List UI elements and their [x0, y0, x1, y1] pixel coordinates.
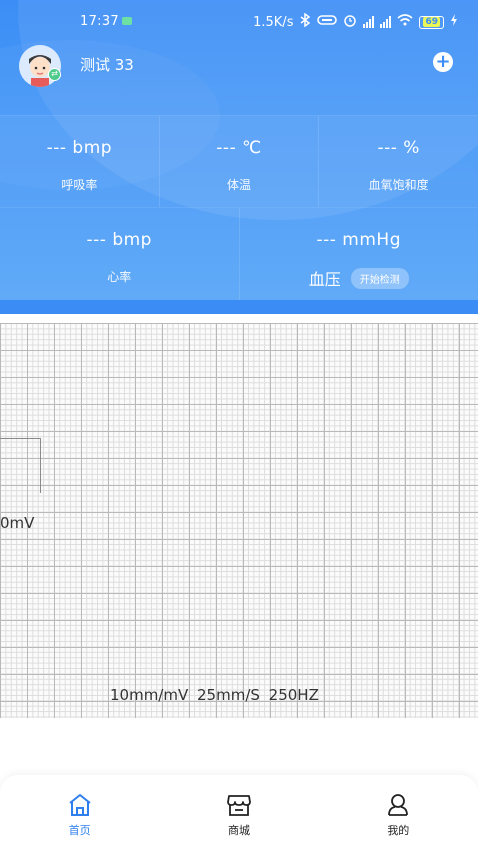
blood-pressure-value: --- mmHg	[316, 230, 401, 250]
start-measure-button[interactable]: 开始检测	[350, 267, 409, 289]
ecg-params: 10mm/mV 25mm/S 250HZ	[110, 686, 319, 704]
charging-icon	[450, 14, 458, 30]
respiration-value: --- bmp	[46, 138, 113, 158]
wifi-icon	[397, 14, 413, 30]
nav-store[interactable]: 商城	[159, 775, 318, 850]
switch-user-icon[interactable]: ⇄	[48, 68, 61, 81]
vital-spo2: --- % 血氧饱和度	[318, 116, 478, 207]
heart-rate-value: --- bmp	[86, 230, 152, 250]
vital-heart-rate: --- bmp 心率	[0, 208, 239, 300]
vital-blood-pressure: --- mmHg 血压 开始检测	[238, 208, 478, 300]
battery-icon: 69	[419, 15, 444, 29]
battery-level: 69	[423, 16, 440, 27]
notification-icon	[122, 17, 132, 25]
ecg-grid	[0, 323, 478, 718]
vital-temperature: --- ℃ 体温	[158, 116, 319, 207]
nav-mine[interactable]: 我的	[319, 775, 478, 850]
nav-mine-label: 我的	[387, 824, 410, 837]
spo2-label: 血氧饱和度	[368, 178, 429, 192]
nav-store-label: 商城	[227, 824, 250, 837]
add-button[interactable]: +	[433, 52, 453, 72]
status-time: 17:37	[80, 14, 119, 29]
bottom-nav: 首页 商城 我的	[0, 775, 478, 850]
signal-icon	[363, 16, 375, 28]
temperature-value: --- ℃	[216, 138, 262, 158]
network-speed: 1.5K/s	[253, 14, 294, 30]
calibration-pulse	[0, 438, 41, 493]
calibration-label: 0mV	[0, 514, 35, 532]
home-icon	[67, 793, 93, 817]
nav-home-label: 首页	[68, 824, 91, 837]
link-icon	[317, 14, 338, 30]
heart-rate-label: 心率	[107, 270, 132, 284]
user-icon	[385, 793, 411, 817]
alarm-icon	[343, 13, 357, 31]
nav-home[interactable]: 首页	[0, 775, 159, 850]
spo2-value: --- %	[377, 138, 420, 158]
vitals-row: --- bmp 呼吸率 --- ℃ 体温 --- % 血氧饱和度	[0, 115, 478, 208]
status-bar: 17:37 1.5K/s 69	[0, 0, 478, 44]
blood-pressure-label-row: 血压 开始检测	[240, 266, 478, 290]
vital-respiration: --- bmp 呼吸率	[0, 116, 159, 207]
store-icon	[226, 793, 252, 817]
respiration-label: 呼吸率	[61, 178, 98, 192]
header-bottom-strip	[0, 300, 478, 314]
blood-pressure-label: 血压	[308, 270, 341, 289]
user-name[interactable]: 测试 33	[80, 54, 134, 75]
vitals-row: --- bmp 心率 --- mmHg 血压 开始检测	[0, 208, 478, 300]
status-icons: 1.5K/s 69	[253, 12, 458, 31]
signal-icon	[380, 16, 392, 28]
temperature-label: 体温	[227, 178, 252, 192]
bluetooth-icon	[299, 12, 311, 31]
